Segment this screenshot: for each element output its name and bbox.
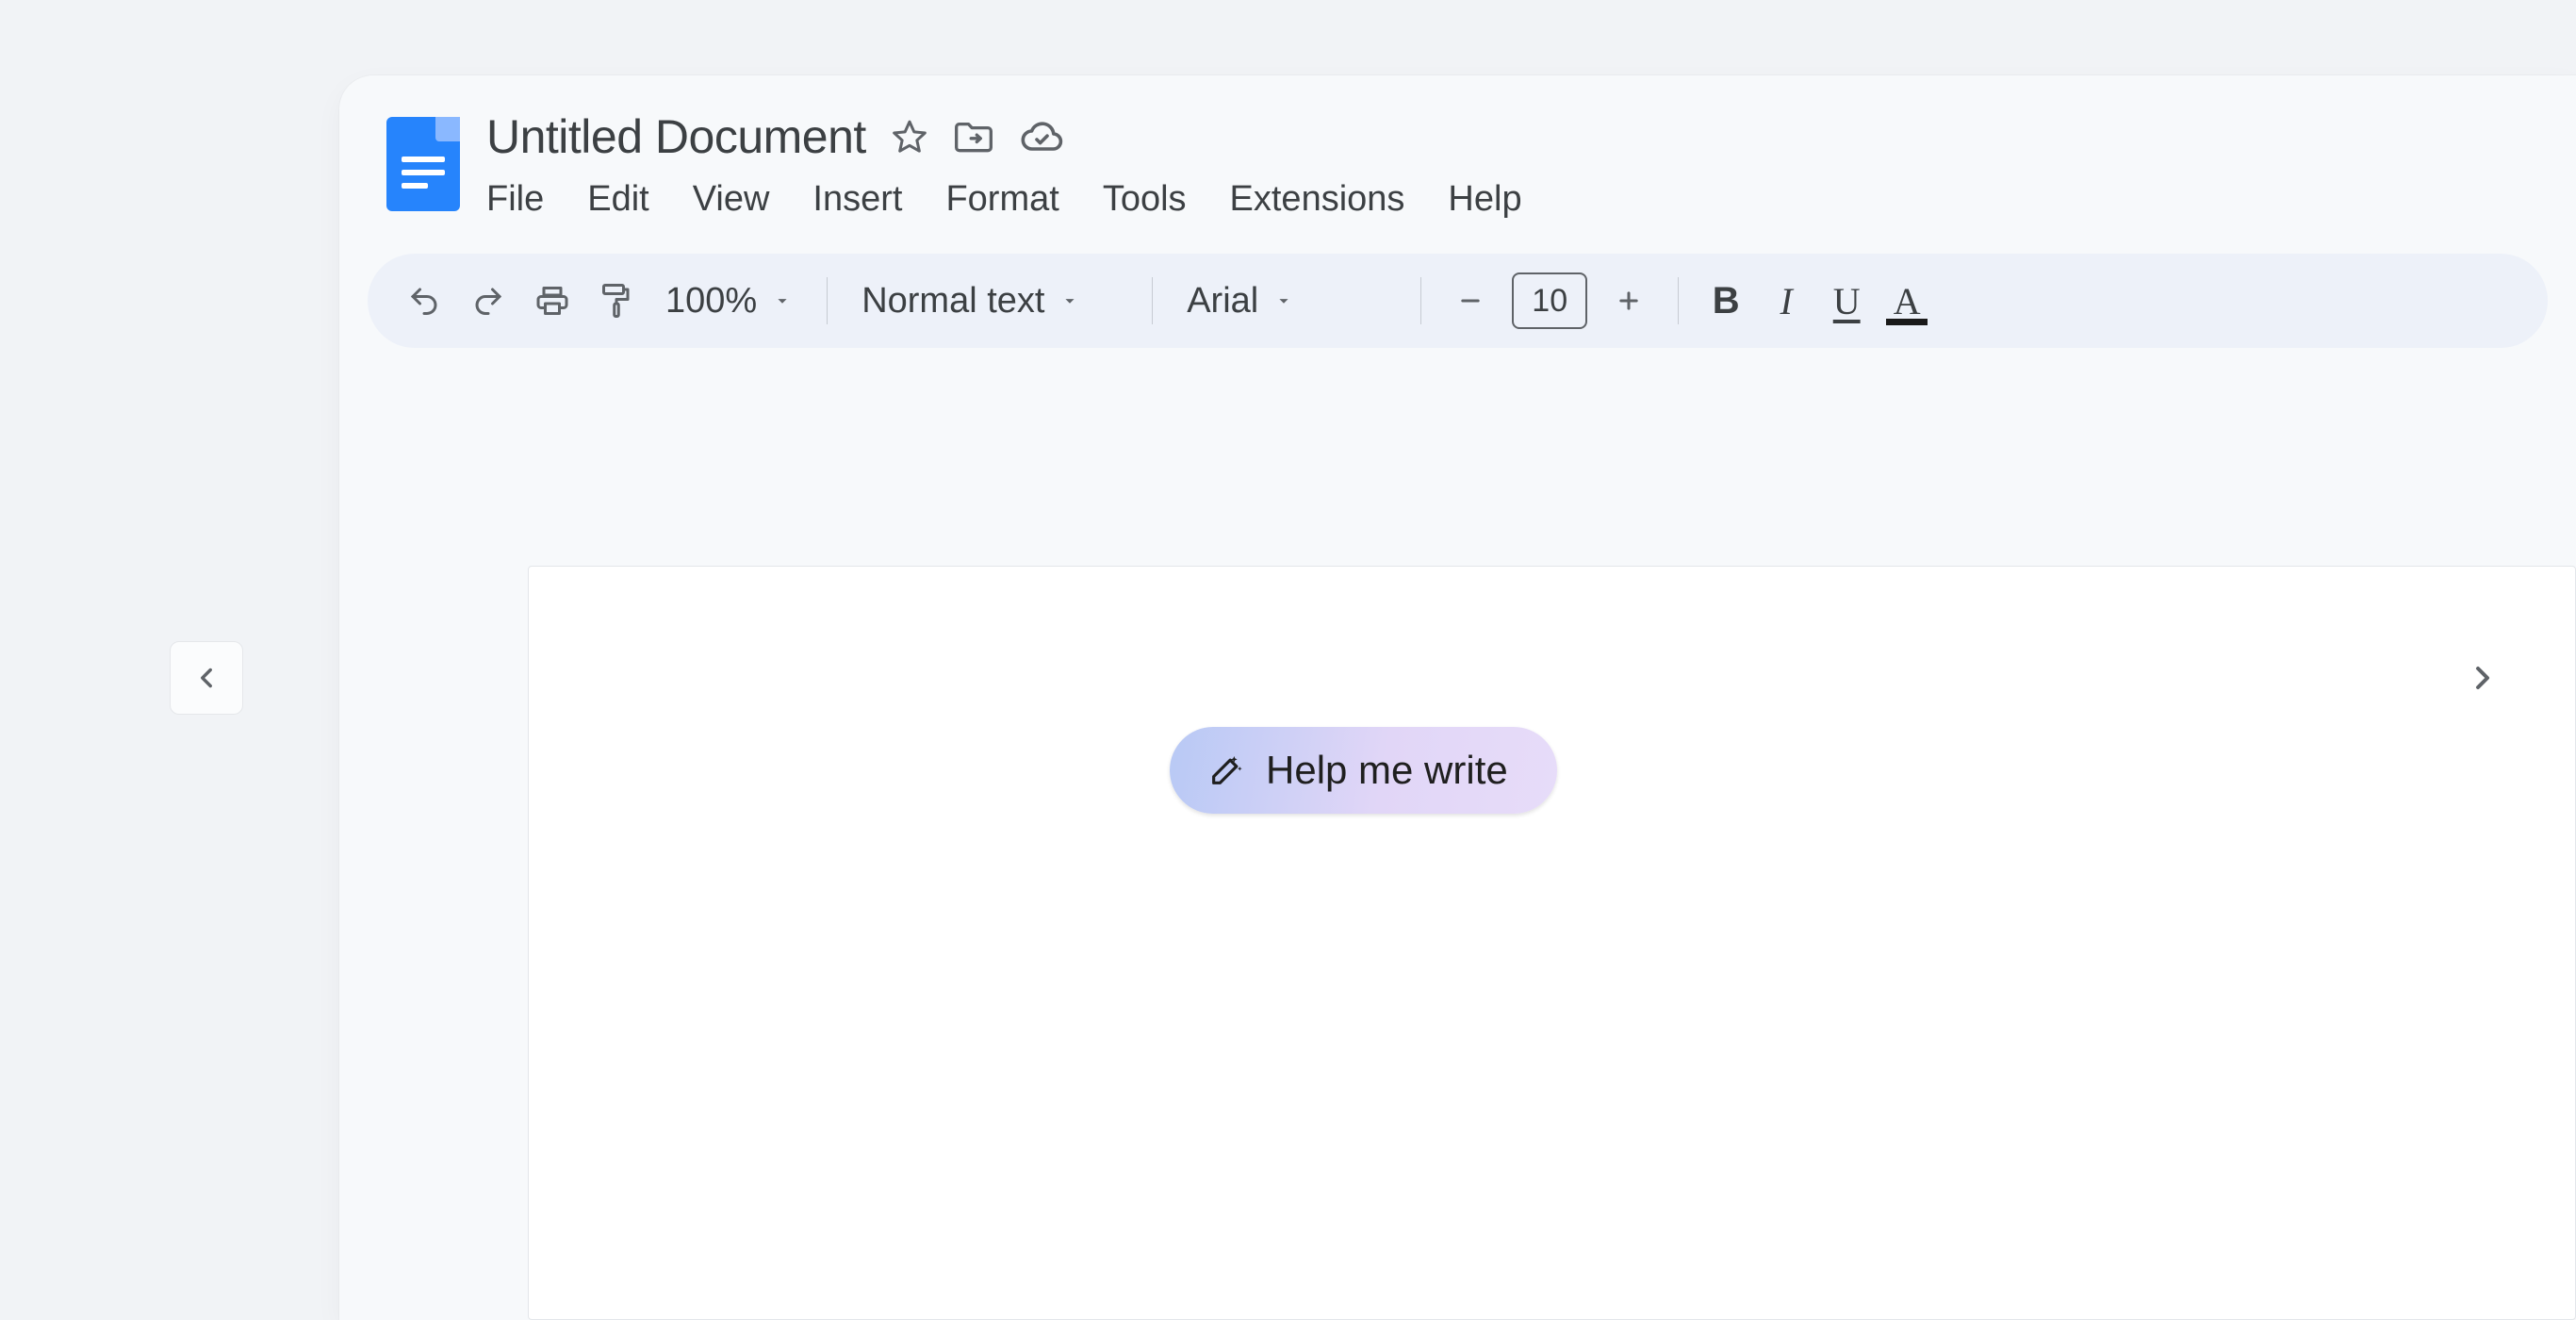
- stage: Untitled Document File: [0, 0, 2576, 1320]
- paint-format-button[interactable]: [588, 272, 645, 329]
- document-page[interactable]: Help me write: [528, 566, 2576, 1320]
- menu-file[interactable]: File: [486, 179, 544, 220]
- header: Untitled Document File: [339, 104, 2576, 220]
- paint-roller-icon: [599, 282, 633, 320]
- print-button[interactable]: [524, 272, 581, 329]
- font-size-decrease-button[interactable]: [1442, 272, 1499, 329]
- chevron-right-icon: [2464, 659, 2502, 697]
- paragraph-style-select[interactable]: Normal text: [848, 281, 1131, 322]
- font-family-select[interactable]: Arial: [1173, 281, 1400, 322]
- minus-icon: [1457, 288, 1484, 314]
- cloud-saved-icon[interactable]: [1019, 118, 1064, 156]
- toolbar-separator: [827, 277, 828, 324]
- menu-format[interactable]: Format: [945, 179, 1058, 220]
- bold-button[interactable]: B: [1699, 272, 1752, 329]
- star-icon[interactable]: [891, 118, 928, 156]
- plus-icon: [1616, 288, 1642, 314]
- redo-button[interactable]: [460, 272, 517, 329]
- chevron-left-icon: [190, 662, 222, 694]
- toolbar: 100% Normal text Arial: [368, 254, 2548, 348]
- google-docs-logo[interactable]: [386, 117, 460, 211]
- font-size-increase-button[interactable]: [1600, 272, 1657, 329]
- outline-collapse-button[interactable]: [170, 641, 243, 715]
- outline-expand-button[interactable]: [2446, 641, 2519, 715]
- font-size-input[interactable]: 10: [1512, 272, 1587, 329]
- move-to-folder-icon[interactable]: [953, 118, 994, 156]
- menu-edit[interactable]: Edit: [587, 179, 648, 220]
- caret-down-icon: [1059, 290, 1080, 311]
- toolbar-separator: [1678, 277, 1679, 324]
- toolbar-separator: [1420, 277, 1421, 324]
- help-me-write-label: Help me write: [1266, 748, 1508, 793]
- paragraph-style-label: Normal text: [861, 281, 1044, 322]
- zoom-select[interactable]: 100%: [652, 281, 806, 322]
- underline-button[interactable]: U: [1820, 272, 1873, 329]
- canvas-area: Help me write: [528, 566, 2576, 1320]
- caret-down-icon: [772, 290, 793, 311]
- font-family-label: Arial: [1187, 281, 1258, 322]
- print-icon: [535, 284, 569, 318]
- menu-tools[interactable]: Tools: [1103, 179, 1187, 220]
- italic-button[interactable]: I: [1760, 272, 1813, 329]
- caret-down-icon: [1273, 290, 1294, 311]
- menubar: File Edit View Insert Format Tools Exten…: [486, 179, 2529, 220]
- toolbar-separator: [1152, 277, 1153, 324]
- text-color-button[interactable]: A: [1880, 272, 1933, 329]
- zoom-label: 100%: [665, 281, 757, 322]
- menu-insert[interactable]: Insert: [812, 179, 902, 220]
- undo-button[interactable]: [396, 272, 452, 329]
- document-title[interactable]: Untitled Document: [486, 109, 866, 164]
- menu-help[interactable]: Help: [1448, 179, 1521, 220]
- menu-extensions[interactable]: Extensions: [1230, 179, 1405, 220]
- menu-view[interactable]: View: [693, 179, 770, 220]
- magic-pencil-icon: [1207, 751, 1245, 789]
- font-size-group: 10: [1442, 272, 1657, 329]
- app-window: Untitled Document File: [339, 75, 2576, 1320]
- undo-icon: [407, 284, 441, 318]
- help-me-write-button[interactable]: Help me write: [1170, 727, 1557, 814]
- redo-icon: [471, 284, 505, 318]
